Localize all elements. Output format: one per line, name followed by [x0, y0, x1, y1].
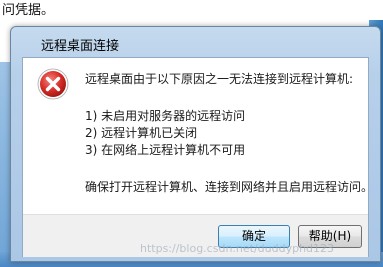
reason-item: 3) 在网络上远程计算机不可用 [85, 143, 246, 157]
reason-item: 2) 远程计算机已关闭 [85, 126, 198, 140]
advice-message: 确保打开远程计算机、连接到网络并且启用远程访问。 [85, 180, 374, 194]
dialog-content: 远程桌面由于以下原因之一无法连接到远程计算机: 1) 未启用对服务器的远程访问 … [23, 58, 373, 214]
help-button[interactable]: 帮助(H) [298, 225, 362, 248]
reason-item: 1) 未启用对服务器的远程访问 [85, 109, 246, 123]
dialog-title-bar[interactable]: 远程桌面连接 [11, 27, 380, 57]
error-icon [37, 68, 69, 100]
dialog-title: 远程桌面连接 [41, 39, 120, 54]
error-dialog: 远程桌面连接 远程桌面由于以下原因之一无法连接到远程计算机: 1) 未启用对服务… [10, 26, 381, 262]
dialog-client-area: 远程桌面由于以下原因之一无法连接到远程计算机: 1) 未启用对服务器的远程访问 … [22, 57, 373, 257]
dialog-button-bar: 确定 帮助(H) [23, 214, 368, 257]
reason-list: 1) 未启用对服务器的远程访问 2) 远程计算机已关闭 3) 在网络上远程计算机… [85, 108, 245, 159]
background-text: 问凭据。 [2, 3, 55, 18]
error-message: 远程桌面由于以下原因之一无法连接到远程计算机: [85, 72, 354, 86]
ok-button[interactable]: 确定 [218, 225, 290, 248]
